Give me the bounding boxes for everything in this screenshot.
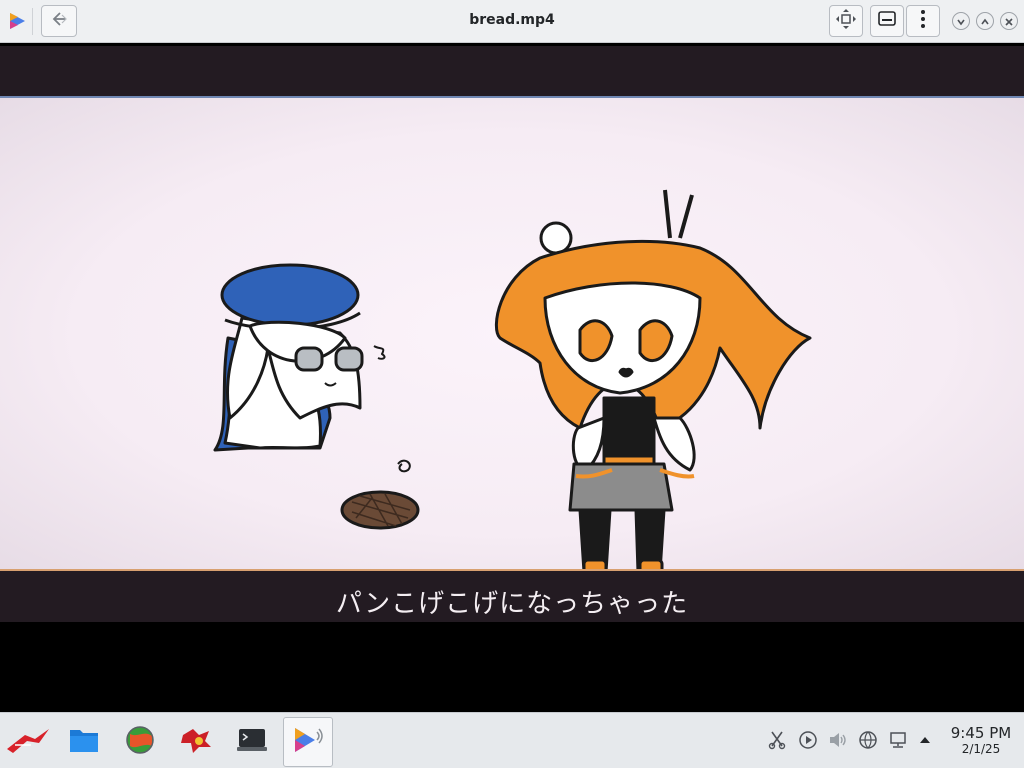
video-scene (213, 189, 812, 569)
kebab-menu-icon (920, 9, 926, 33)
video-subtitle: パンこげこげになっちゃった (335, 589, 689, 619)
network-globe-icon[interactable] (858, 730, 878, 750)
media-player-icon (291, 724, 325, 760)
close-icon (1004, 12, 1014, 31)
move-button[interactable] (829, 5, 863, 37)
menu-button[interactable] (906, 5, 940, 37)
close-button[interactable] (1000, 12, 1018, 30)
move-arrows-icon (835, 8, 857, 34)
app-launcher-icon (5, 725, 51, 759)
volume-icon[interactable] (828, 730, 848, 750)
clock-date[interactable]: 2/1/25 (946, 742, 1016, 756)
web-browser-button[interactable] (115, 717, 165, 767)
clipboard-icon[interactable] (767, 730, 787, 750)
media-player-task-button[interactable] (283, 717, 333, 767)
terminal-button[interactable] (227, 717, 277, 767)
app-launcher-button[interactable] (3, 717, 53, 767)
folder-icon (68, 726, 100, 758)
back-arrow-icon (49, 9, 69, 33)
video-frame[interactable] (0, 96, 1024, 571)
display-icon[interactable] (888, 730, 908, 750)
media-player-icon[interactable] (6, 10, 28, 32)
character-orange-hair (494, 189, 812, 569)
maximize-button[interactable] (976, 12, 994, 30)
back-button[interactable] (41, 5, 77, 37)
game-icon (179, 725, 213, 759)
video-letterbox-top (0, 46, 1024, 96)
globe-icon (124, 724, 156, 760)
media-play-icon[interactable] (798, 730, 818, 750)
expand-tray-icon[interactable] (915, 730, 935, 750)
chevron-down-icon (956, 12, 966, 31)
burnt-bread (340, 459, 420, 530)
file-manager-button[interactable] (59, 717, 109, 767)
subtitles-button[interactable] (870, 5, 904, 37)
clock-time[interactable]: 9:45 PM (946, 724, 1016, 742)
subtitles-icon (877, 10, 897, 32)
chevron-up-icon (980, 12, 990, 31)
separator (32, 8, 33, 35)
minimize-button[interactable] (952, 12, 970, 30)
terminal-icon (235, 726, 269, 758)
game-button[interactable] (171, 717, 221, 767)
title-bar: bread.mp4 (0, 0, 1024, 43)
character-blue-beret (213, 263, 386, 452)
